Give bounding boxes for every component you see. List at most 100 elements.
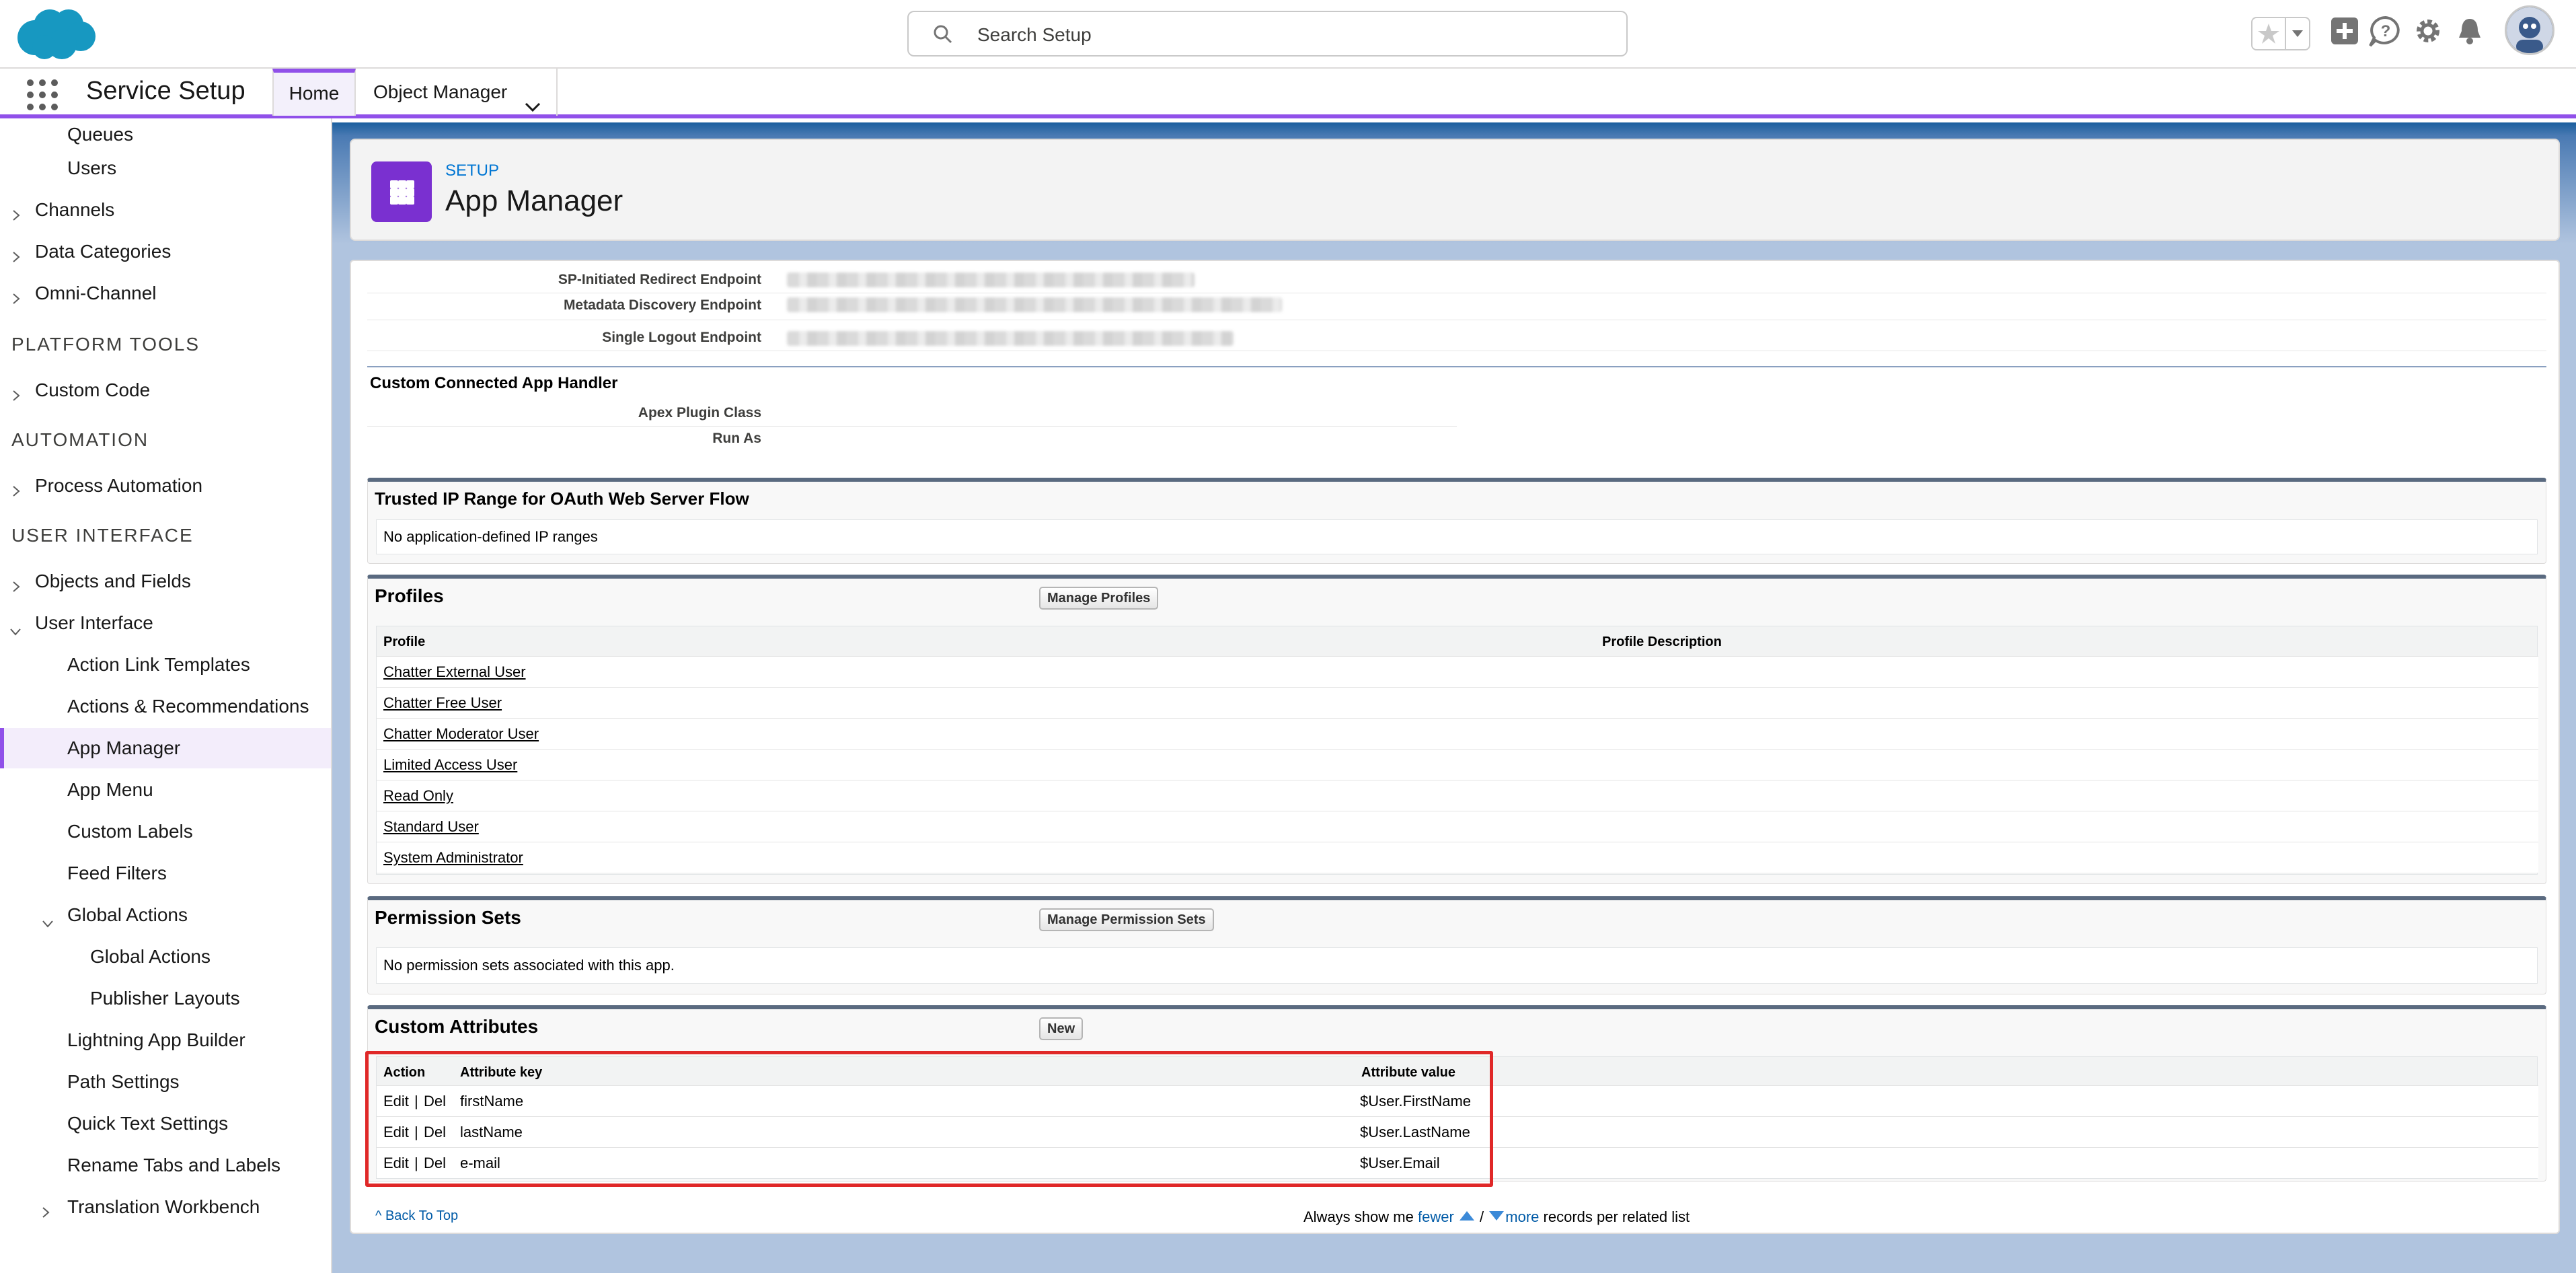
tab-object-manager[interactable]: Object Manager: [357, 69, 558, 116]
search-input[interactable]: Search Setup: [907, 11, 1628, 57]
edit-link[interactable]: Edit: [383, 1124, 409, 1141]
favorites-group: [2251, 17, 2310, 50]
breadcrumb[interactable]: SETUP: [445, 161, 499, 180]
search-placeholder: Search Setup: [977, 24, 1092, 45]
sidebar-item-label: Users: [67, 157, 117, 178]
section-divider: [367, 366, 2546, 367]
chevron-down-icon[interactable]: [42, 911, 54, 933]
table-row: Edit | Del firstName $User.FirstName: [377, 1085, 2538, 1116]
sidebar-item-process-automation[interactable]: Process Automation: [0, 466, 331, 506]
records-per-list-pager: Always show me fewer / more records per …: [1303, 1208, 1690, 1226]
column-header-profile: Profile: [383, 634, 426, 649]
tab-home[interactable]: Home: [272, 69, 356, 116]
manage-permission-sets-button[interactable]: Manage Permission Sets: [1039, 908, 1214, 931]
sidebar-item-translation-workbench[interactable]: Translation Workbench: [0, 1187, 331, 1227]
delete-link[interactable]: Del: [424, 1124, 446, 1141]
page-title: App Manager: [445, 184, 623, 217]
chevron-right-icon[interactable]: [12, 288, 20, 310]
sidebar-item-custom-labels[interactable]: Custom Labels: [0, 811, 331, 852]
sidebar-item-app-manager[interactable]: App Manager: [0, 728, 331, 768]
sidebar-item-label: Omni-Channel: [35, 283, 157, 303]
sidebar-item-custom-code[interactable]: Custom Code: [0, 370, 331, 410]
caret-up-icon: ^: [375, 1208, 382, 1223]
notifications-bell-icon[interactable]: [2455, 15, 2485, 49]
permission-sets-box: No permission sets associated with this …: [376, 947, 2538, 984]
profile-link[interactable]: System Administrator: [383, 849, 523, 867]
section-title: Permission Sets: [375, 907, 521, 928]
sidebar-item-actions-recommendations[interactable]: Actions & Recommendations: [0, 686, 331, 727]
manage-profiles-button[interactable]: Manage Profiles: [1039, 587, 1159, 610]
favorites-star-icon[interactable]: [2252, 18, 2286, 49]
chevron-right-icon[interactable]: [12, 205, 20, 226]
attribute-key: firstName: [460, 1093, 524, 1110]
redacted-value: [787, 272, 1195, 287]
sidebar-item-label: Publisher Layouts: [90, 988, 240, 1009]
detail-row-run-as: Run As: [367, 427, 1457, 453]
sidebar-item-feed-filters[interactable]: Feed Filters: [0, 853, 331, 894]
sidebar-item-objects-and-fields[interactable]: Objects and Fields: [0, 561, 331, 602]
column-header-attribute-key: Attribute key: [460, 1065, 543, 1080]
custom-attributes-table: Action Attribute key Attribute value Edi…: [376, 1056, 2538, 1179]
sidebar-item-user-interface[interactable]: User Interface: [0, 603, 331, 643]
new-attribute-button[interactable]: New: [1039, 1017, 1084, 1040]
user-avatar[interactable]: [2505, 5, 2554, 55]
setup-gear-icon[interactable]: [2413, 15, 2443, 49]
sidebar-item-label: Data Categories: [35, 241, 172, 262]
context-bar: Service Setup Home Object Manager: [0, 69, 2576, 118]
app-launcher-icon[interactable]: [27, 79, 58, 110]
app-detail-card: SP-Initiated Redirect Endpoint Metadata …: [350, 260, 2560, 1234]
action-separator: |: [414, 1124, 418, 1140]
sidebar-item-rename-tabs-and-labels[interactable]: Rename Tabs and Labels: [0, 1145, 331, 1186]
profile-link[interactable]: Limited Access User: [383, 756, 517, 774]
edit-link[interactable]: Edit: [383, 1155, 409, 1172]
profile-link[interactable]: Read Only: [383, 787, 453, 805]
sidebar-item-app-menu[interactable]: App Menu: [0, 770, 331, 810]
chevron-right-icon[interactable]: [12, 246, 20, 268]
global-actions-add-icon[interactable]: [2330, 15, 2359, 49]
show-fewer-link[interactable]: fewer: [1418, 1208, 1476, 1225]
sidebar-item-label: User Interface: [35, 612, 153, 633]
edit-link[interactable]: Edit: [383, 1093, 409, 1110]
page-header: SETUP App Manager: [350, 139, 2560, 241]
favorites-dropdown-icon[interactable]: [2286, 18, 2309, 49]
chevron-right-icon[interactable]: [12, 385, 20, 406]
tab-object-manager-label: Object Manager: [373, 81, 508, 102]
profile-link[interactable]: Chatter External User: [383, 663, 526, 681]
sidebar-item-lightning-app-builder[interactable]: Lightning App Builder: [0, 1020, 331, 1060]
column-header-action: Action: [383, 1065, 426, 1080]
chevron-down-icon[interactable]: [9, 619, 22, 641]
back-to-top-link[interactable]: ^ Back To Top: [375, 1208, 458, 1224]
sidebar-item-action-link-templates[interactable]: Action Link Templates: [0, 645, 331, 685]
pager-separator: /: [1480, 1208, 1484, 1225]
attribute-value: $User.FirstName: [1360, 1093, 1472, 1110]
delete-link[interactable]: Del: [424, 1093, 446, 1110]
sidebar-item-global-actions[interactable]: Global Actions: [0, 895, 331, 935]
profile-link[interactable]: Chatter Moderator User: [383, 725, 539, 743]
sidebar-item-channels[interactable]: Channels: [0, 190, 331, 230]
sidebar-item-label: Global Actions: [67, 904, 188, 925]
sidebar-item-label: Path Settings: [67, 1071, 180, 1092]
detail-row-metadata-discovery: Metadata Discovery Endpoint: [367, 293, 2546, 320]
sidebar-item-label: Custom Labels: [67, 821, 193, 842]
show-more-link[interactable]: more: [1488, 1208, 1539, 1225]
chevron-right-icon[interactable]: [12, 576, 20, 597]
sidebar-item-quick-text-settings[interactable]: Quick Text Settings: [0, 1103, 331, 1144]
sidebar-item-path-settings[interactable]: Path Settings: [0, 1062, 331, 1102]
chevron-right-icon[interactable]: [12, 480, 20, 502]
sidebar-item-label: Quick Text Settings: [67, 1113, 229, 1134]
delete-link[interactable]: Del: [424, 1155, 446, 1172]
attribute-value: $User.Email: [1360, 1155, 1440, 1171]
column-header-profile-description: Profile Description: [1602, 634, 1722, 649]
chevron-right-icon[interactable]: [42, 1202, 50, 1223]
detail-row-sp-redirect: SP-Initiated Redirect Endpoint: [367, 266, 2546, 293]
sidebar-item-omni-channel[interactable]: Omni-Channel: [0, 273, 331, 314]
sidebar-item-data-categories[interactable]: Data Categories: [0, 231, 331, 272]
profile-link[interactable]: Standard User: [383, 818, 479, 836]
sidebar-item-label: Process Automation: [35, 475, 203, 496]
sidebar-item-users[interactable]: Users: [0, 148, 331, 188]
sidebar-item-global-actions-child[interactable]: Global Actions: [0, 937, 331, 977]
salesforce-logo[interactable]: [15, 7, 98, 65]
help-icon[interactable]: ?: [2367, 15, 2404, 52]
sidebar-item-publisher-layouts[interactable]: Publisher Layouts: [0, 978, 331, 1019]
profile-link[interactable]: Chatter Free User: [383, 694, 502, 712]
